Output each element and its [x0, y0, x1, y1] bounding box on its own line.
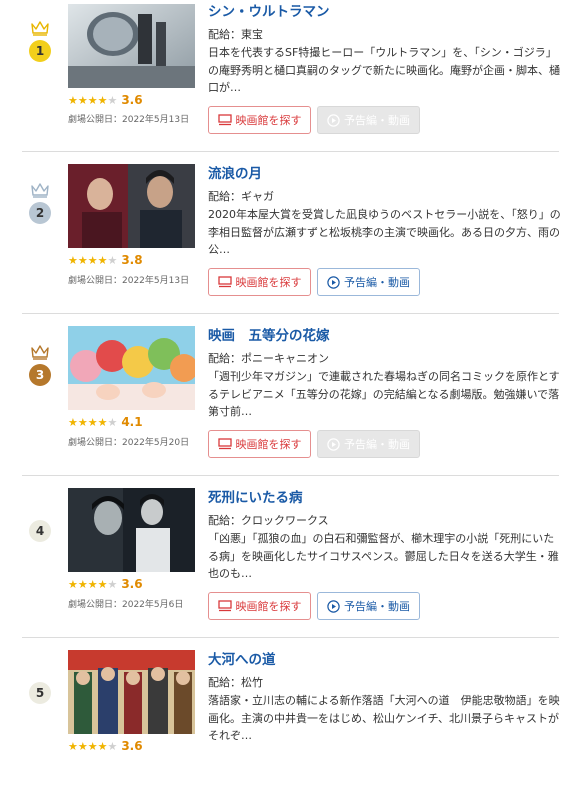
theater-icon — [217, 114, 232, 126]
movie-poster[interactable] — [68, 650, 195, 734]
ranking-item: 1 ★★★★★ 3.6 劇場公開日：2022年5月13日 シン・ウルトラマン 配… — [22, 0, 560, 152]
star-rating: ★★★★★ 3.8 — [68, 253, 143, 267]
rank-marker: 1 — [28, 20, 52, 62]
ranking-item: 2 ★★★★★ 3.8 劇場公開日：2022年5月13日 流浪の月 配給：ギャガ… — [22, 152, 561, 314]
rating-score: 3.6 — [121, 577, 143, 591]
release-date: 劇場公開日：2022年5月6日 — [68, 600, 184, 610]
trailer-button: 予告編・動画 — [317, 430, 420, 458]
rank-marker: 5 — [28, 682, 52, 704]
synopsis: 日本を代表するSF特撮ヒーロー「ウルトラマン」を、「シン・ゴジラ」の庵野秀明と樋… — [208, 46, 560, 94]
movie-ranking-list: 1 ★★★★★ 3.6 劇場公開日：2022年5月13日 シン・ウルトラマン 配… — [0, 0, 571, 800]
ranking-item: 3 ★★★★★ 4.1 劇場公開日：2022年5月20日 映画 五等分の花嫁 配… — [22, 314, 560, 476]
rating-score: 4.1 — [121, 415, 143, 429]
movie-title[interactable]: 流浪の月 — [208, 164, 559, 184]
distributor: 配給：松竹 — [208, 676, 263, 689]
find-theater-button[interactable]: 映画館を探す — [208, 430, 311, 458]
rank-marker: 4 — [28, 520, 52, 542]
rank-number: 2 — [29, 202, 51, 224]
movie-title[interactable]: 死刑にいたる病 — [208, 488, 559, 508]
rating-stars: ★★★★★ — [68, 253, 118, 267]
movie-poster[interactable] — [68, 4, 195, 88]
find-theater-button[interactable]: 映画館を探す — [208, 592, 311, 620]
star-rating: ★★★★★ 4.1 — [68, 415, 143, 429]
distributor: 配給：ギャガ — [208, 190, 274, 203]
movie-poster[interactable] — [68, 488, 195, 572]
rank-number: 4 — [29, 520, 51, 542]
find-theater-button[interactable]: 映画館を探す — [208, 106, 311, 134]
trailer-button[interactable]: 予告編・動画 — [317, 268, 420, 296]
movie-title[interactable]: 映画 五等分の花嫁 — [208, 326, 559, 346]
rank-marker: 2 — [28, 182, 52, 224]
ranking-item: 4 ★★★★★ 3.6 劇場公開日：2022年5月6日 死刑にいたる病 配給：ク… — [22, 476, 559, 638]
play-icon — [327, 437, 340, 451]
rank-number: 5 — [29, 682, 51, 704]
ranking-item: 5 ★★★★★ 3.6 大河への道 配給：松竹 落語家・立川志の輔による新作落語… — [22, 638, 560, 800]
distributor: 配給：東宝 — [208, 28, 263, 41]
play-icon — [327, 113, 340, 127]
star-rating: ★★★★★ 3.6 — [68, 93, 143, 107]
release-date: 劇場公開日：2022年5月13日 — [68, 276, 190, 286]
movie-poster[interactable] — [68, 326, 195, 410]
rating-stars: ★★★★★ — [68, 577, 118, 591]
synopsis: 落語家・立川志の輔による新作落語「大河への道 伊能忠敬物語」を映画化。主演の中井… — [208, 694, 560, 742]
theater-icon — [217, 438, 232, 450]
synopsis: 「週刊少年マガジン」で連載された春場ねぎの同名コミックを原作とするテレビアニメ「… — [208, 370, 560, 418]
trailer-button[interactable]: 予告編・動画 — [317, 592, 420, 620]
rating-stars: ★★★★★ — [68, 739, 118, 753]
rating-stars: ★★★★★ — [68, 93, 118, 107]
rating-score: 3.6 — [121, 739, 143, 753]
rating-stars: ★★★★★ — [68, 415, 118, 429]
play-icon — [327, 599, 340, 613]
rating-score: 3.6 — [121, 93, 143, 107]
synopsis: 「凶悪」「孤狼の血」の白石和彌監督が、櫛木理宇の小説「死刑にいたる病」を映画化し… — [208, 532, 559, 580]
star-rating: ★★★★★ 3.6 — [68, 739, 143, 753]
distributor: 配給：クロックワークス — [208, 514, 329, 527]
movie-title[interactable]: シン・ウルトラマン — [208, 2, 559, 22]
trailer-button: 予告編・動画 — [317, 106, 420, 134]
crown-icon — [31, 21, 49, 36]
theater-icon — [217, 600, 232, 612]
rank-number: 3 — [29, 364, 51, 386]
find-theater-button[interactable]: 映画館を探す — [208, 268, 311, 296]
crown-icon — [31, 183, 49, 198]
crown-icon — [31, 345, 49, 360]
synopsis: 2020年本屋大賞を受賞した凪良ゆうのベストセラー小説を、「怒り」の李相日監督が… — [208, 208, 561, 256]
release-date: 劇場公開日：2022年5月20日 — [68, 438, 190, 448]
movie-poster[interactable] — [68, 164, 195, 248]
rank-marker: 3 — [28, 344, 52, 386]
distributor: 配給：ポニーキャニオン — [208, 352, 329, 365]
star-rating: ★★★★★ 3.6 — [68, 577, 143, 591]
release-date: 劇場公開日：2022年5月13日 — [68, 115, 190, 125]
play-icon — [327, 275, 340, 289]
theater-icon — [217, 276, 232, 288]
movie-title[interactable]: 大河への道 — [208, 650, 559, 670]
rank-number: 1 — [29, 40, 51, 62]
rating-score: 3.8 — [121, 253, 143, 267]
